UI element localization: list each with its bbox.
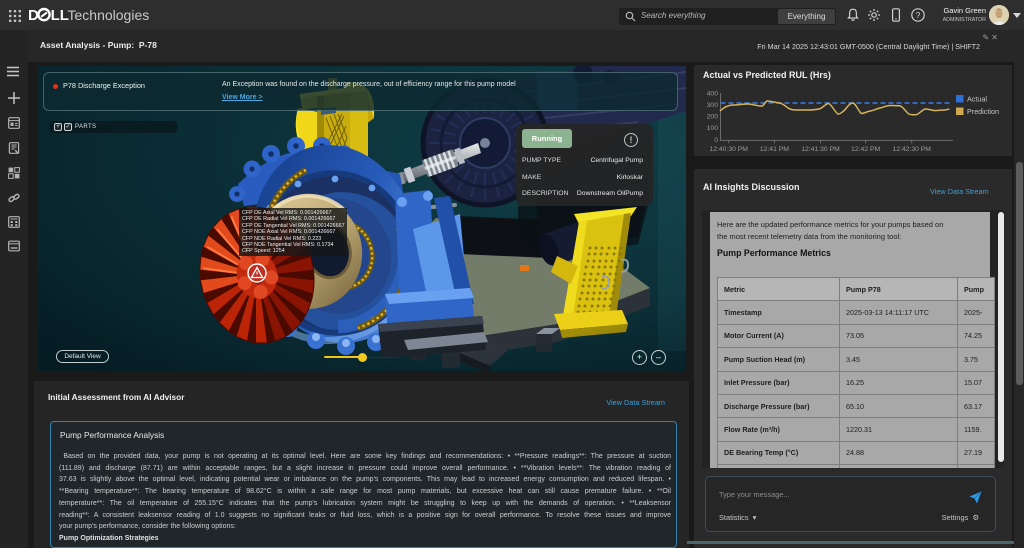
- svg-text:300: 300: [707, 102, 719, 109]
- svg-text:12:41 PM: 12:41 PM: [760, 146, 789, 153]
- svg-text:Technologies: Technologies: [68, 7, 150, 23]
- svg-text:400: 400: [707, 91, 719, 98]
- svg-text:12:42 PM: 12:42 PM: [851, 146, 880, 153]
- svg-text:LL: LL: [51, 7, 69, 24]
- svg-text:12:40:30 PM: 12:40:30 PM: [709, 146, 748, 153]
- svg-text:Actual: Actual: [967, 94, 987, 103]
- svg-text:12:41:30 PM: 12:41:30 PM: [801, 146, 840, 153]
- svg-text:200: 200: [707, 114, 719, 121]
- svg-text:Prediction: Prediction: [967, 107, 999, 116]
- svg-text:0: 0: [714, 137, 718, 144]
- svg-text:12:42:30 PM: 12:42:30 PM: [892, 146, 931, 153]
- svg-text:?: ?: [916, 10, 921, 20]
- svg-text:100: 100: [707, 125, 719, 132]
